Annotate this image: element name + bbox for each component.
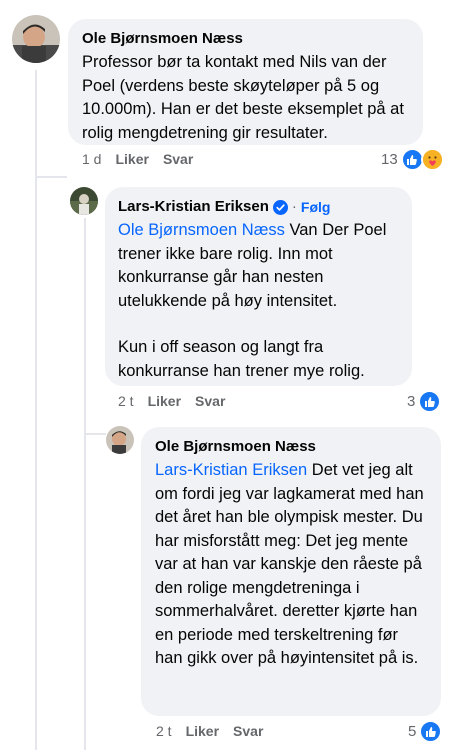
follow-button[interactable]: Følg (301, 197, 331, 217)
verified-badge-icon (272, 199, 288, 215)
comment-time[interactable]: 2 t (156, 723, 172, 739)
comment-actions: 2 t Liker Svar (118, 393, 225, 409)
thread-line-branch (35, 176, 67, 178)
reaction-summary[interactable]: 3 (407, 390, 442, 413)
separator-dot: · (291, 198, 297, 215)
comment-bubble: Ole Bjørnsmoen Næss Lars-Kristian Erikse… (141, 427, 441, 716)
reaction-summary[interactable]: 13 (381, 148, 444, 171)
comment-text-body: Det vet jeg alt om fordi jeg var lagkame… (155, 461, 424, 667)
comment-text: Ole Bjørnsmoen Næss Van Der Poel trener … (118, 219, 399, 313)
reply-button[interactable]: Svar (233, 723, 263, 739)
like-button[interactable]: Liker (148, 393, 181, 409)
comment-author-row: Lars-Kristian Eriksen · Følg (118, 197, 399, 217)
comment-text-paragraph: Kun i off season og langt fra konkurrans… (118, 338, 365, 380)
avatar[interactable] (106, 426, 134, 454)
thread-line-reply-branch (84, 433, 106, 435)
avatar[interactable] (12, 15, 60, 63)
comment-time[interactable]: 1 d (82, 151, 101, 167)
comment-actions: 1 d Liker Svar (82, 151, 193, 167)
comment-author[interactable]: Ole Bjørnsmoen Næss (155, 437, 427, 457)
mention-link[interactable]: Ole Bjørnsmoen Næss (118, 221, 285, 239)
comment-text: Lars-Kristian Eriksen Det vet jeg alt om… (155, 459, 427, 671)
comment-time[interactable]: 2 t (118, 393, 134, 409)
reaction-count: 13 (381, 151, 398, 168)
comment-bubble: Ole Bjørnsmoen Næss Professor bør ta kon… (68, 19, 423, 145)
thread-line-main (35, 70, 37, 750)
mention-link[interactable]: Lars-Kristian Eriksen (155, 461, 307, 479)
avatar[interactable] (70, 187, 98, 215)
thread-line-reply (84, 218, 86, 750)
care-hug-icon (420, 148, 444, 171)
reply-button[interactable]: Svar (195, 393, 225, 409)
reaction-summary[interactable]: 5 (408, 720, 443, 743)
reply-button[interactable]: Svar (163, 151, 193, 167)
reaction-count: 5 (408, 723, 417, 740)
like-button[interactable]: Liker (186, 723, 219, 739)
reaction-count: 3 (407, 393, 416, 410)
comment-author[interactable]: Lars-Kristian Eriksen (118, 197, 269, 217)
comment-text: Professor bør ta kontakt med Nils van de… (82, 53, 404, 142)
like-thumb-icon (419, 720, 443, 743)
comment-author[interactable]: Ole Bjørnsmoen Næss (82, 29, 409, 49)
comment-actions: 2 t Liker Svar (156, 723, 263, 739)
comment-bubble: Lars-Kristian Eriksen · Følg Ole Bjørnsm… (105, 187, 412, 386)
like-thumb-icon (418, 390, 442, 413)
like-button[interactable]: Liker (115, 151, 148, 167)
